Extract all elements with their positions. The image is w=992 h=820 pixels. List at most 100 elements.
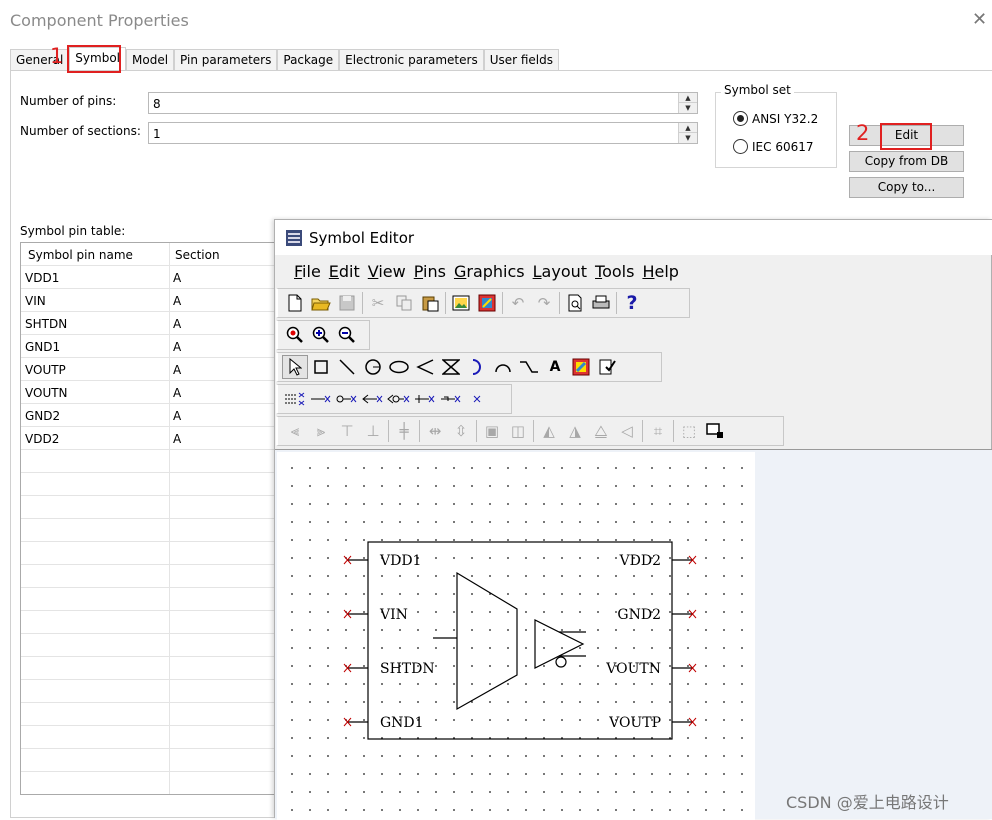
pin-output-icon[interactable] bbox=[438, 387, 464, 411]
spin-up-icon[interactable]: ▲ bbox=[679, 123, 697, 133]
table-row[interactable]: VDD1 A bbox=[21, 266, 279, 289]
column-header-section[interactable]: Section bbox=[175, 248, 220, 262]
arc-icon[interactable] bbox=[490, 355, 516, 379]
flip-vertical-icon[interactable]: ◮ bbox=[562, 419, 588, 443]
copy-from-db-button[interactable]: Copy from DB bbox=[849, 151, 964, 172]
circle-icon[interactable] bbox=[360, 355, 386, 379]
ansi-radio[interactable] bbox=[733, 111, 748, 126]
table-row[interactable]: VOUTP A bbox=[21, 358, 279, 381]
send-back-icon[interactable]: ◫ bbox=[505, 419, 531, 443]
space-vertical-icon[interactable]: ⇳ bbox=[448, 419, 474, 443]
pin-dot-icon[interactable] bbox=[334, 387, 360, 411]
drawing-area-icon[interactable] bbox=[702, 419, 728, 443]
table-row[interactable]: GND2 A bbox=[21, 404, 279, 427]
stepper-arrows[interactable]: ▲ ▼ bbox=[678, 93, 697, 113]
tab-electronic-parameters[interactable]: Electronic parameters bbox=[339, 49, 484, 71]
ellipse-icon[interactable] bbox=[386, 355, 412, 379]
wire-icon[interactable] bbox=[516, 355, 542, 379]
table-row[interactable]: VDD2 A bbox=[21, 427, 279, 450]
undo-icon[interactable]: ↶ bbox=[505, 291, 531, 315]
column-header-pin-name[interactable]: Symbol pin name bbox=[28, 248, 133, 262]
menu-layout[interactable]: Layout bbox=[533, 256, 587, 286]
symbol-drawing[interactable]: VDD1 VIN SHTDN GND1 VDD2 GND2 VOUTN VOUT… bbox=[277, 452, 755, 820]
align-right-icon[interactable]: ⫸ bbox=[308, 419, 334, 443]
number-of-sections-stepper[interactable]: 1 ▲ ▼ bbox=[148, 122, 698, 144]
group-icon[interactable]: ⌗ bbox=[645, 419, 671, 443]
line-icon[interactable] bbox=[334, 355, 360, 379]
iec-radio[interactable] bbox=[733, 139, 748, 154]
close-icon[interactable]: ✕ bbox=[972, 9, 987, 30]
import-image-icon[interactable] bbox=[448, 291, 474, 315]
open-folder-icon[interactable] bbox=[308, 291, 334, 315]
table-row[interactable]: VOUTN A bbox=[21, 381, 279, 404]
drawing-canvas-area[interactable]: VDD1 VIN SHTDN GND1 VDD2 GND2 VOUTN VOUT… bbox=[275, 449, 992, 820]
stepper-arrows[interactable]: ▲ ▼ bbox=[678, 123, 697, 143]
flip-horizontal-icon[interactable]: ◭ bbox=[536, 419, 562, 443]
rotate-icon[interactable]: ◁ bbox=[614, 419, 640, 443]
checklist-icon[interactable] bbox=[594, 355, 620, 379]
empty-row bbox=[21, 565, 279, 588]
pin-input-icon[interactable] bbox=[412, 387, 438, 411]
polyline-icon[interactable] bbox=[412, 355, 438, 379]
menu-edit[interactable]: Edit bbox=[329, 256, 360, 286]
step-number-2: 2 bbox=[856, 121, 870, 145]
menu-graphics[interactable]: Graphics bbox=[454, 256, 525, 286]
menu-tools[interactable]: Tools bbox=[595, 256, 634, 286]
zoom-area-icon[interactable] bbox=[282, 323, 308, 347]
bezier-icon[interactable] bbox=[438, 355, 464, 379]
arc-ccw-icon[interactable] bbox=[464, 355, 490, 379]
spin-down-icon[interactable]: ▼ bbox=[679, 103, 697, 113]
number-of-pins-stepper[interactable]: 8 ▲ ▼ bbox=[148, 92, 698, 114]
picture-icon[interactable] bbox=[568, 355, 594, 379]
zoom-out-icon[interactable] bbox=[334, 323, 360, 347]
tab-package[interactable]: Package bbox=[277, 49, 340, 71]
pin-clock-icon[interactable] bbox=[360, 387, 386, 411]
tab-pin-parameters[interactable]: Pin parameters bbox=[174, 49, 278, 71]
mirror-icon[interactable]: ⧋ bbox=[588, 419, 614, 443]
amplifier-trapezoid[interactable] bbox=[456, 571, 518, 711]
cut-icon[interactable]: ✂ bbox=[365, 291, 391, 315]
pin-x-icon[interactable] bbox=[464, 387, 490, 411]
menu-help[interactable]: Help bbox=[642, 256, 678, 286]
menu-file[interactable]: File bbox=[294, 256, 321, 286]
symbol-pin-table[interactable]: Symbol pin name Section VDD1 A VIN A SHTDN… bbox=[20, 242, 280, 795]
help-icon[interactable]: ? bbox=[619, 291, 645, 315]
symbol-body[interactable] bbox=[367, 541, 673, 740]
align-bottom-icon[interactable]: ⊥ bbox=[360, 419, 386, 443]
tab-user-fields[interactable]: User fields bbox=[483, 49, 560, 71]
select-arrow-icon[interactable] bbox=[282, 355, 308, 379]
menu-view[interactable]: View bbox=[368, 256, 406, 286]
copy-to-button[interactable]: Copy to... bbox=[849, 177, 964, 198]
table-row[interactable]: SHTDN A bbox=[21, 312, 279, 335]
new-file-icon[interactable] bbox=[282, 291, 308, 315]
align-top-icon[interactable]: ⊤ bbox=[334, 419, 360, 443]
table-row[interactable]: GND1 A bbox=[21, 335, 279, 358]
spin-up-icon[interactable]: ▲ bbox=[679, 93, 697, 103]
paste-icon[interactable] bbox=[417, 291, 443, 315]
print-preview-icon[interactable] bbox=[562, 291, 588, 315]
pin-dotclock-icon[interactable] bbox=[386, 387, 412, 411]
align-center-icon[interactable]: ╪ bbox=[391, 419, 417, 443]
symbol-canvas[interactable]: VDD1 VIN SHTDN GND1 VDD2 GND2 VOUTN VOUT… bbox=[277, 452, 755, 820]
rectangle-icon[interactable] bbox=[308, 355, 334, 379]
tab-model[interactable]: Model bbox=[126, 49, 175, 71]
spin-down-icon[interactable]: ▼ bbox=[679, 133, 697, 143]
print-icon[interactable] bbox=[588, 291, 614, 315]
redo-icon[interactable]: ↷ bbox=[531, 291, 557, 315]
menu-pins[interactable]: Pins bbox=[414, 256, 446, 286]
bring-front-icon[interactable]: ▣ bbox=[479, 419, 505, 443]
pin-name-cell: GND1 bbox=[25, 340, 61, 354]
pin-array-icon[interactable] bbox=[282, 387, 308, 411]
copy-icon[interactable] bbox=[391, 291, 417, 315]
text-icon[interactable]: A bbox=[542, 355, 568, 379]
table-row[interactable]: VIN A bbox=[21, 289, 279, 312]
ungroup-icon[interactable]: ⬚ bbox=[676, 419, 702, 443]
save-icon[interactable] bbox=[334, 291, 360, 315]
align-left-icon[interactable]: ⫷ bbox=[282, 419, 308, 443]
pin-line-icon[interactable] bbox=[308, 387, 334, 411]
zoom-in-icon[interactable] bbox=[308, 323, 334, 347]
symbol-editor-window: Symbol Editor File Edit View Pins Graphi… bbox=[274, 219, 992, 820]
space-horizontal-icon[interactable]: ⇹ bbox=[422, 419, 448, 443]
properties-icon[interactable] bbox=[474, 291, 500, 315]
pins-toolbar bbox=[276, 384, 512, 414]
